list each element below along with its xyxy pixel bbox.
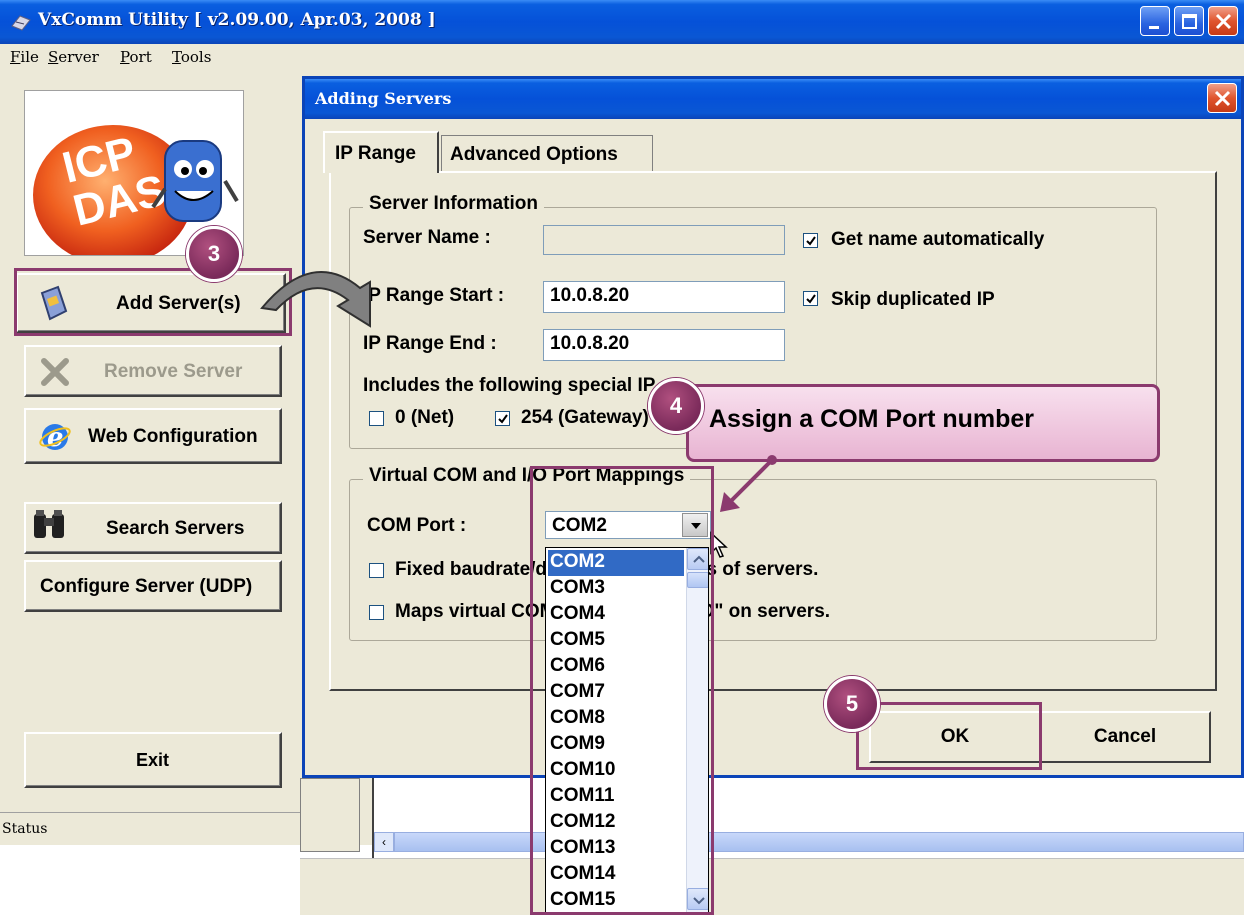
get-name-automatically-label: Get name automatically: [831, 229, 1045, 250]
cancel-button[interactable]: Cancel: [1039, 711, 1211, 763]
menu-file[interactable]: File: [10, 48, 39, 66]
close-button[interactable]: [1208, 6, 1238, 36]
maximize-button[interactable]: [1174, 6, 1204, 36]
menu-port[interactable]: Port: [120, 48, 152, 66]
exit-label: Exit: [136, 750, 170, 770]
step5-badge: 5: [824, 676, 880, 732]
configure-server-label: Configure Server (UDP): [40, 576, 253, 597]
gateway-254-label: 254 (Gateway): [521, 407, 649, 428]
window-title: VxComm Utility [ v2.09.00, Apr.03, 2008 …: [38, 10, 436, 30]
remove-server-button[interactable]: Remove Server: [24, 345, 282, 397]
maps-virtual-com-checkbox[interactable]: [369, 605, 384, 620]
exit-button[interactable]: Exit: [24, 732, 282, 788]
step4-callout: Assign a COM Port number: [686, 384, 1160, 462]
step4-callout-text: Assign a COM Port number: [709, 405, 1035, 433]
pointer-arrow-icon: [720, 455, 777, 512]
net-0-label: 0 (Net): [395, 407, 455, 428]
server-name-field[interactable]: [543, 225, 785, 255]
close-icon: [1214, 90, 1231, 107]
server-name-label: Server Name :: [363, 227, 491, 248]
dialog-close-button[interactable]: [1207, 83, 1237, 113]
search-servers-label: Search Servers: [106, 518, 245, 539]
scroll-left-icon[interactable]: ‹: [374, 832, 394, 852]
main-titlebar[interactable]: VxComm Utility [ v2.09.00, Apr.03, 2008 …: [0, 0, 1244, 44]
mascot-icon: [151, 140, 239, 222]
fixed-baudrate-checkbox[interactable]: [369, 563, 384, 578]
remove-server-label: Remove Server: [104, 361, 243, 382]
remove-x-icon: [41, 358, 69, 386]
horizontal-scroll-thumb[interactable]: [394, 832, 1244, 852]
ip-range-end-field[interactable]: 10.0.8.20: [543, 329, 785, 361]
skip-duplicated-ip-checkbox[interactable]: [803, 291, 818, 306]
step4-highlight-box: [530, 466, 714, 915]
background-panel: [300, 778, 360, 852]
minimize-button[interactable]: [1140, 6, 1170, 36]
menu-tools[interactable]: Tools: [172, 48, 211, 66]
checkmark-icon: [806, 236, 816, 246]
tab-advanced-options[interactable]: Advanced Options: [441, 135, 653, 171]
gateway-254-checkbox[interactable]: [495, 411, 510, 426]
svg-text:e: e: [47, 423, 64, 453]
dialog-title: Adding Servers: [315, 89, 452, 108]
com-port-label: COM Port :: [367, 515, 467, 536]
tab-ip-range-label: IP Range: [335, 143, 416, 164]
status-bar: Status: [0, 812, 300, 842]
menu-server[interactable]: Server: [48, 48, 99, 66]
close-icon: [1215, 13, 1232, 30]
checkmark-icon: [806, 294, 816, 304]
server-information-title: Server Information: [363, 193, 544, 215]
internet-explorer-icon: e: [39, 423, 71, 453]
web-configuration-button[interactable]: e Web Configuration: [24, 408, 282, 464]
get-name-automatically-checkbox[interactable]: [803, 233, 818, 248]
net-0-checkbox[interactable]: [369, 411, 384, 426]
tab-advanced-options-label: Advanced Options: [450, 144, 618, 165]
status-label: Status: [2, 821, 48, 837]
dialog-titlebar[interactable]: Adding Servers: [305, 79, 1241, 119]
curved-arrow-icon: [260, 271, 371, 328]
app-icon: [11, 15, 31, 31]
background-bottom-strip: [300, 858, 1244, 915]
step4-badge: 4: [648, 378, 704, 434]
checkmark-icon: [498, 414, 508, 424]
step3-badge: 3: [186, 226, 242, 282]
includes-special-ip-label: Includes the following special IP :: [363, 375, 667, 396]
skip-duplicated-ip-label: Skip duplicated IP: [831, 289, 995, 310]
binoculars-icon: [34, 510, 64, 538]
tab-ip-range[interactable]: IP Range: [323, 131, 439, 173]
search-servers-button[interactable]: Search Servers: [24, 502, 282, 554]
web-configuration-label: Web Configuration: [88, 426, 258, 447]
ip-range-start-field[interactable]: 10.0.8.20: [543, 281, 785, 313]
menu-bar: File Server Port Tools: [0, 44, 1244, 70]
configure-server-button[interactable]: Configure Server (UDP): [24, 560, 282, 612]
step5-highlight-box: [856, 702, 1042, 770]
